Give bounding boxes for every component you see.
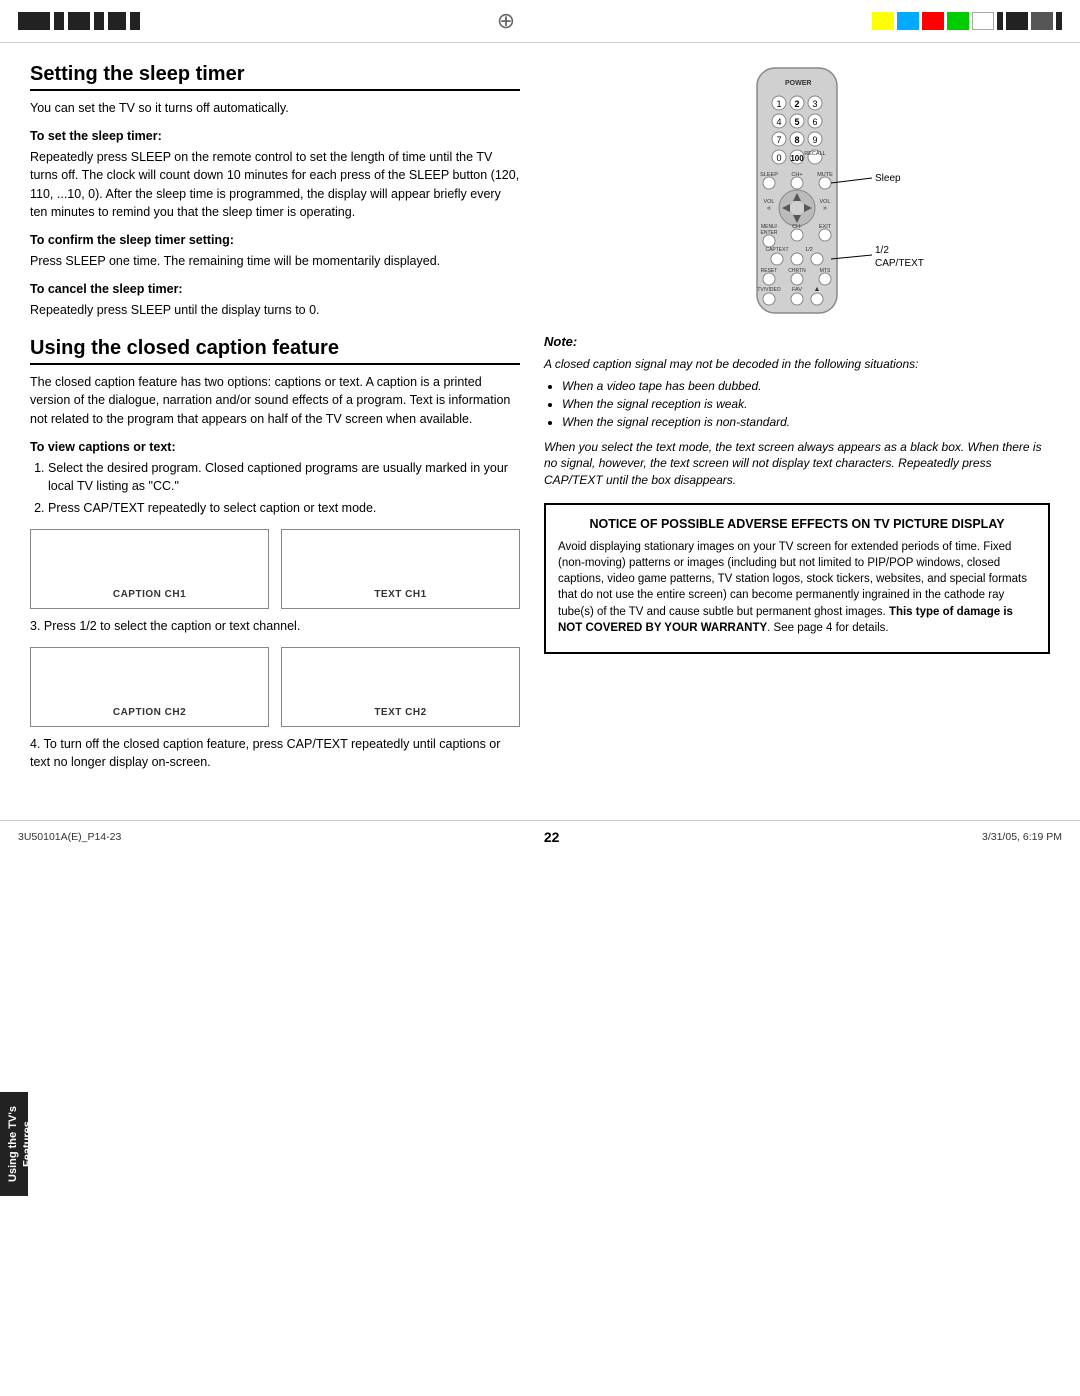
bar-block-5 bbox=[108, 12, 126, 30]
top-bar-center: ⊕ bbox=[140, 8, 872, 34]
footer-page-number: 22 bbox=[544, 829, 560, 845]
note-title: Note: bbox=[544, 333, 1050, 352]
color-sep-2 bbox=[1056, 12, 1062, 30]
note-bullet-3: When the signal reception is non-standar… bbox=[562, 413, 1050, 431]
svg-text:4: 4 bbox=[776, 117, 781, 127]
caption-ch1-box: CAPTION CH1 bbox=[30, 529, 269, 609]
color-green bbox=[947, 12, 969, 30]
bar-block-6 bbox=[130, 12, 140, 30]
svg-text:3: 3 bbox=[812, 99, 817, 109]
svg-text:0: 0 bbox=[776, 153, 781, 163]
step-4-text: 4. To turn off the closed caption featur… bbox=[30, 735, 520, 771]
bottom-bar: 3U50101A(E)_P14-23 22 3/31/05, 6:19 PM bbox=[0, 820, 1080, 853]
confirm-sleep-text: Press SLEEP one time. The remaining time… bbox=[30, 252, 520, 270]
confirm-sleep-label: To confirm the sleep timer setting: bbox=[30, 231, 520, 249]
color-dark-2 bbox=[1031, 12, 1053, 30]
sleep-timer-title: Setting the sleep timer bbox=[30, 63, 520, 91]
view-captions-list: Select the desired program. Closed capti… bbox=[30, 459, 520, 517]
right-column: POWER 1 2 3 4 5 6 7 8 9 bbox=[544, 63, 1050, 790]
svg-text:»: » bbox=[823, 205, 827, 212]
svg-text:6: 6 bbox=[812, 117, 817, 127]
svg-text:▲: ▲ bbox=[814, 286, 821, 293]
step-3-text: 3. Press 1/2 to select the caption or te… bbox=[30, 617, 520, 635]
remote-container: POWER 1 2 3 4 5 6 7 8 9 bbox=[544, 63, 1050, 323]
top-bar-left-blocks bbox=[18, 12, 140, 30]
page-content: Setting the sleep timer You can set the … bbox=[0, 43, 1080, 810]
side-tab: Using the TV's Features bbox=[0, 1092, 28, 1196]
bar-block-1 bbox=[18, 12, 50, 30]
text-ch2-box: TEXT CH2 bbox=[281, 647, 520, 727]
color-dark-1 bbox=[1006, 12, 1028, 30]
svg-text:1/2: 1/2 bbox=[805, 247, 813, 253]
note-intro: A closed caption signal may not be decod… bbox=[544, 356, 1050, 373]
caption-row-1: CAPTION CH1 TEXT CH1 bbox=[30, 529, 520, 609]
set-sleep-label: To set the sleep timer: bbox=[30, 127, 520, 145]
remote-svg: POWER 1 2 3 4 5 6 7 8 9 bbox=[727, 63, 867, 323]
svg-text:CAP/TEXT: CAP/TEXT bbox=[875, 258, 924, 269]
closed-caption-section: Using the closed caption feature The clo… bbox=[30, 337, 520, 771]
svg-text:CAPTEXT: CAPTEXT bbox=[765, 247, 788, 253]
svg-text:9: 9 bbox=[812, 135, 817, 145]
top-bar-right-blocks bbox=[872, 12, 1062, 30]
caption-row-2: CAPTION CH2 TEXT CH2 bbox=[30, 647, 520, 727]
view-captions-label: To view captions or text: bbox=[30, 438, 520, 456]
caption-ch1-label: CAPTION CH1 bbox=[113, 589, 186, 600]
color-blue bbox=[897, 12, 919, 30]
notice-text: Avoid displaying stationary images on yo… bbox=[558, 539, 1036, 636]
svg-text:2: 2 bbox=[794, 99, 799, 109]
notice-title: NOTICE OF POSSIBLE ADVERSE EFFECTS ON TV… bbox=[558, 515, 1036, 533]
note-bullet-2: When the signal reception is weak. bbox=[562, 395, 1050, 413]
bar-block-3 bbox=[68, 12, 90, 30]
color-sep-1 bbox=[997, 12, 1003, 30]
svg-text:1/2: 1/2 bbox=[875, 245, 889, 256]
caption-step-2: Press CAP/TEXT repeatedly to select capt… bbox=[48, 499, 520, 517]
text-ch2-label: TEXT CH2 bbox=[374, 707, 426, 718]
svg-text:7: 7 bbox=[776, 135, 781, 145]
bar-block-2 bbox=[54, 12, 64, 30]
footer-left: 3U50101A(E)_P14-23 bbox=[18, 831, 121, 843]
color-red bbox=[922, 12, 944, 30]
note-bullet-1: When a video tape has been dubbed. bbox=[562, 377, 1050, 395]
svg-text:Sleep: Sleep bbox=[875, 173, 901, 184]
closed-caption-title: Using the closed caption feature bbox=[30, 337, 520, 365]
bar-block-4 bbox=[94, 12, 104, 30]
sleep-timer-intro: You can set the TV so it turns off autom… bbox=[30, 99, 520, 117]
text-ch1-label: TEXT CH1 bbox=[374, 589, 426, 600]
svg-text:POWER: POWER bbox=[785, 80, 811, 87]
svg-text:«: « bbox=[767, 205, 771, 212]
caption-ch2-box: CAPTION CH2 bbox=[30, 647, 269, 727]
sleep-timer-section: Setting the sleep timer You can set the … bbox=[30, 63, 520, 319]
set-sleep-text: Repeatedly press SLEEP on the remote con… bbox=[30, 148, 520, 221]
svg-text:5: 5 bbox=[794, 117, 799, 127]
cancel-sleep-text: Repeatedly press SLEEP until the display… bbox=[30, 301, 520, 319]
crosshair-icon: ⊕ bbox=[497, 8, 515, 34]
closed-caption-intro: The closed caption feature has two optio… bbox=[30, 373, 520, 427]
note-section: Note: A closed caption signal may not be… bbox=[544, 333, 1050, 489]
left-column: Setting the sleep timer You can set the … bbox=[30, 63, 520, 790]
svg-text:8: 8 bbox=[794, 135, 799, 145]
note-after: When you select the text mode, the text … bbox=[544, 439, 1050, 489]
color-yellow bbox=[872, 12, 894, 30]
text-ch1-box: TEXT CH1 bbox=[281, 529, 520, 609]
color-white bbox=[972, 12, 994, 30]
svg-text:RECALL: RECALL bbox=[804, 151, 825, 157]
svg-text:1: 1 bbox=[776, 99, 781, 109]
note-bullets: When a video tape has been dubbed. When … bbox=[544, 377, 1050, 431]
footer-right: 3/31/05, 6:19 PM bbox=[982, 831, 1062, 843]
notice-box: NOTICE OF POSSIBLE ADVERSE EFFECTS ON TV… bbox=[544, 503, 1050, 654]
svg-text:100: 100 bbox=[790, 154, 804, 163]
caption-step-1: Select the desired program. Closed capti… bbox=[48, 459, 520, 495]
cancel-sleep-label: To cancel the sleep timer: bbox=[30, 280, 520, 298]
svg-text:TV/VIDEO: TV/VIDEO bbox=[757, 287, 780, 293]
caption-ch2-label: CAPTION CH2 bbox=[113, 707, 186, 718]
top-bar: ⊕ bbox=[0, 0, 1080, 43]
svg-text:FAV: FAV bbox=[792, 287, 802, 293]
